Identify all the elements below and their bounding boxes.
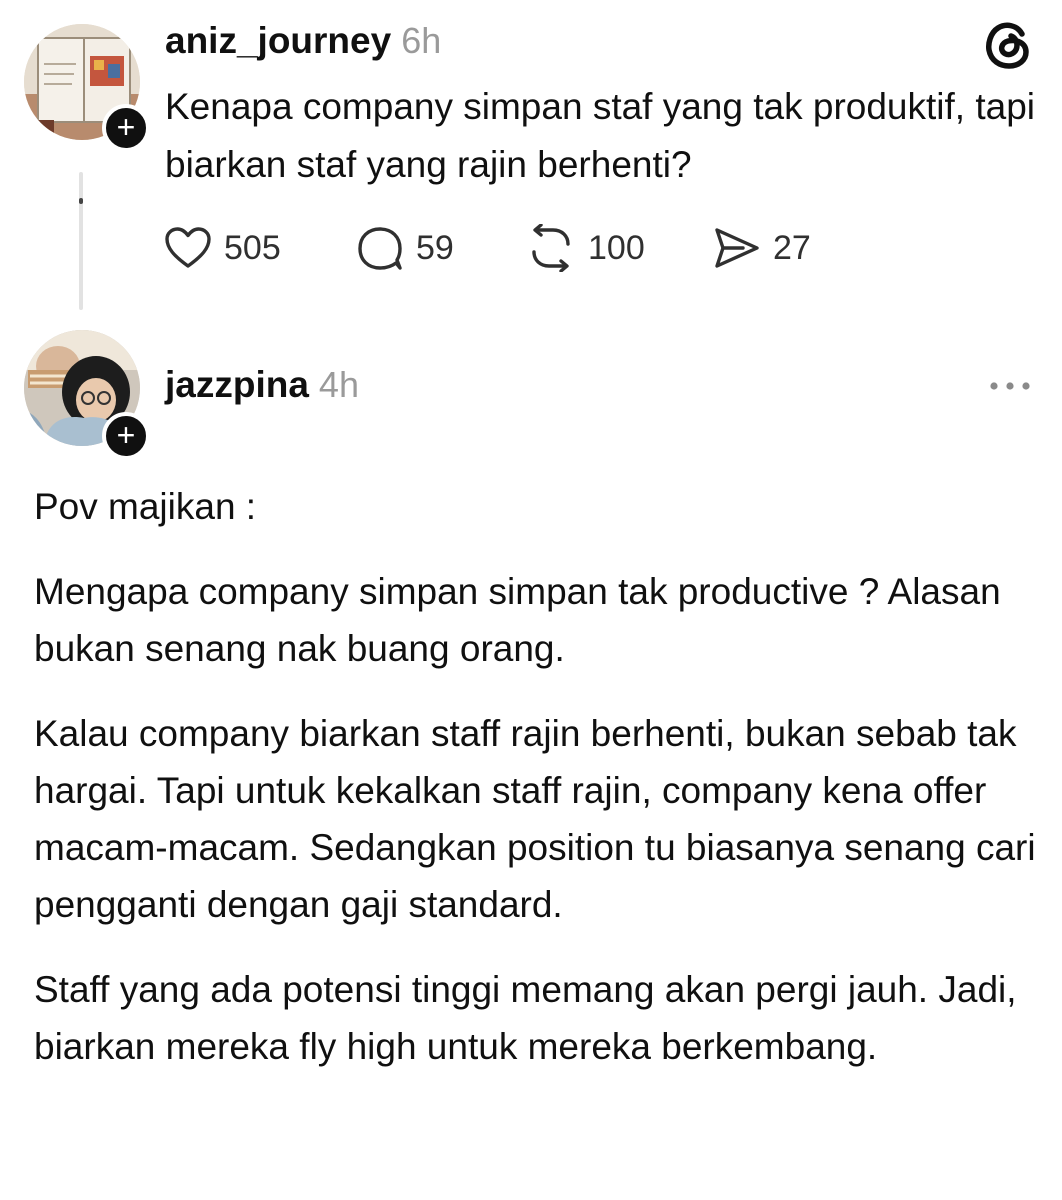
post-body: Pov majikan : Mengapa company simpan sim…	[34, 478, 1044, 1103]
post-header: jazzpina 4h	[165, 364, 359, 406]
follow-button[interactable]: +	[102, 412, 150, 460]
threads-logo-icon[interactable]	[984, 20, 1032, 70]
username[interactable]: aniz_journey	[165, 20, 391, 61]
follow-button[interactable]: +	[102, 104, 150, 152]
plus-icon: +	[116, 417, 136, 453]
repost-count: 100	[588, 228, 645, 267]
reply-count: 59	[416, 228, 454, 267]
post-header: aniz_journey 6h	[165, 20, 441, 62]
plus-icon: +	[116, 109, 136, 145]
thread-connector-line	[79, 172, 83, 310]
repost-icon	[532, 224, 570, 272]
share-count: 27	[773, 228, 811, 267]
like-count: 505	[224, 228, 281, 267]
post-paragraph: Pov majikan :	[34, 486, 257, 527]
post-paragraph: Mengapa company simpan simpan tak produc…	[34, 571, 1001, 669]
post-time: 4h	[318, 364, 359, 405]
post-text: Kenapa company simpan staf yang tak prod…	[165, 86, 1036, 185]
heart-icon	[165, 227, 211, 268]
reply-button[interactable]: 59	[356, 222, 454, 274]
like-button[interactable]: 505	[164, 222, 281, 274]
post-paragraph: Kalau company biarkan staff rajin berhen…	[34, 713, 1036, 925]
send-icon	[715, 228, 759, 268]
comment-icon	[358, 227, 402, 270]
repost-button[interactable]: 100	[526, 222, 645, 274]
post-time: 6h	[401, 20, 442, 61]
share-button[interactable]: 27	[713, 222, 811, 274]
more-icon[interactable]	[988, 374, 1032, 398]
thread-connector-dot	[79, 198, 83, 204]
username[interactable]: jazzpina	[165, 364, 309, 405]
post-paragraph: Staff yang ada potensi tinggi memang aka…	[34, 969, 1017, 1067]
